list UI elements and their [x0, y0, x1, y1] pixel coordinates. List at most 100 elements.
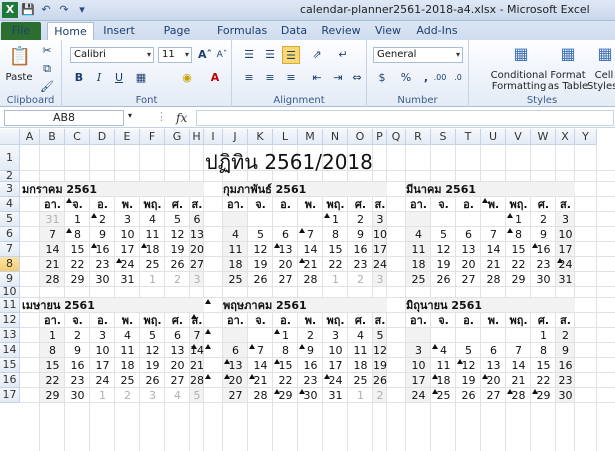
day-cell[interactable]: 12 [248, 242, 273, 257]
day-cell[interactable]: 16 [298, 358, 323, 373]
day-cell[interactable]: 28 [40, 272, 65, 287]
day-cell[interactable]: 15 [323, 242, 348, 257]
day-cell[interactable]: 18 [223, 257, 248, 272]
row-header-15[interactable]: 15 [0, 358, 20, 373]
align-center-icon[interactable]: ≡ [261, 69, 279, 87]
day-cell[interactable]: 3 [556, 212, 575, 227]
italic-icon[interactable]: I [90, 69, 108, 87]
customize-qat-icon[interactable]: ▾ [74, 2, 90, 18]
day-cell[interactable]: 3 [373, 212, 387, 227]
day-cell[interactable]: 29 [506, 272, 531, 287]
cut-icon[interactable]: ✂ [38, 42, 56, 60]
day-cell[interactable]: 20 [273, 257, 298, 272]
column-header-x[interactable]: X [556, 129, 575, 145]
column-header-h[interactable]: H [190, 129, 204, 145]
day-cell[interactable]: 9 [556, 343, 575, 358]
font-color-icon[interactable]: A [206, 69, 224, 87]
day-cell[interactable]: 8 [40, 343, 65, 358]
percent-style-button[interactable]: % [397, 69, 415, 87]
accounting-format-icon[interactable]: $ [373, 69, 391, 87]
day-cell[interactable]: 21 [506, 373, 531, 388]
day-cell[interactable]: 11 [406, 242, 431, 257]
paste-icon[interactable]: 📋 [8, 44, 32, 70]
day-cell[interactable]: 2 [348, 212, 373, 227]
day-cell[interactable]: 14 [481, 242, 506, 257]
day-cell[interactable]: 30 [556, 388, 575, 403]
day-cell[interactable]: 23 [90, 257, 115, 272]
row-header-4[interactable]: 4 [0, 197, 20, 212]
day-cell[interactable]: 5 [431, 227, 456, 242]
day-cell[interactable]: 21 [40, 257, 65, 272]
grow-font-icon[interactable]: Aˆ [196, 46, 214, 64]
day-cell[interactable]: 14 [248, 358, 273, 373]
column-header-y[interactable]: Y [575, 129, 597, 145]
day-cell[interactable]: 3 [323, 328, 348, 343]
column-header-e[interactable]: E [115, 129, 140, 145]
day-cell[interactable]: 22 [506, 257, 531, 272]
day-cell[interactable]: 23 [556, 373, 575, 388]
day-cell[interactable]: 5 [165, 212, 190, 227]
tab-insert[interactable]: Insert [100, 22, 138, 40]
column-header-u[interactable]: U [481, 129, 506, 145]
redo-icon[interactable]: ↷ [56, 2, 72, 18]
day-cell[interactable]: 16 [65, 358, 90, 373]
day-cell[interactable]: 7 [481, 227, 506, 242]
day-cell[interactable]: 10 [406, 358, 431, 373]
row-header-2[interactable]: 2 [0, 170, 20, 182]
formula-input[interactable] [196, 110, 614, 126]
orientation-icon[interactable]: ⇗ [308, 46, 326, 64]
column-header-d[interactable]: D [90, 129, 115, 145]
day-cell[interactable]: 23 [531, 257, 556, 272]
day-cell[interactable]: 20 [190, 242, 204, 257]
tab-file[interactable]: File [1, 22, 41, 40]
day-cell[interactable]: 1 [65, 212, 90, 227]
row-header-5[interactable]: 5 [0, 212, 20, 227]
save-icon[interactable]: 💾 [20, 2, 36, 18]
borders-icon[interactable]: ▦ [132, 69, 150, 87]
name-box-dropdown-icon[interactable]: ▾ [128, 111, 132, 120]
day-cell[interactable]: 26 [248, 272, 273, 287]
day-cell[interactable]: 13 [456, 242, 481, 257]
row-header-10[interactable]: 10 [0, 286, 20, 298]
day-cell[interactable]: 7 [506, 343, 531, 358]
day-cell[interactable]: 2 [298, 328, 323, 343]
format-as-table-label-1[interactable]: Format [545, 70, 591, 81]
day-cell[interactable]: 3 [190, 272, 204, 287]
day-cell[interactable]: 25 [115, 373, 140, 388]
column-header-q[interactable]: Q [387, 129, 406, 145]
day-cell[interactable]: 19 [373, 358, 387, 373]
day-cell[interactable]: 23 [298, 373, 323, 388]
day-cell[interactable]: 11 [348, 343, 373, 358]
row-header-1[interactable]: 1 [0, 145, 20, 171]
day-cell[interactable]: 31 [115, 272, 140, 287]
day-cell[interactable]: 11 [115, 343, 140, 358]
day-cell[interactable]: 7 [40, 227, 65, 242]
day-cell[interactable]: 2 [348, 272, 373, 287]
day-cell[interactable]: 4 [406, 227, 431, 242]
number-format-combo[interactable]: General ▾ [373, 47, 463, 63]
tab-data[interactable]: Data [278, 22, 310, 40]
day-cell[interactable]: 18 [115, 358, 140, 373]
day-cell[interactable]: 22 [65, 257, 90, 272]
day-cell[interactable]: 6 [456, 227, 481, 242]
align-top-icon[interactable]: ☰ [240, 46, 258, 64]
day-cell[interactable]: 7 [190, 328, 204, 343]
day-cell[interactable]: 27 [165, 373, 190, 388]
day-cell[interactable]: 6 [481, 343, 506, 358]
increase-decimal-icon[interactable]: .00 [431, 69, 449, 87]
day-cell[interactable]: 6 [273, 227, 298, 242]
wrap-text-icon[interactable]: ↵ [334, 46, 352, 64]
increase-indent-icon[interactable]: ⇥ [329, 69, 347, 87]
day-cell[interactable]: 19 [248, 257, 273, 272]
day-cell[interactable]: 8 [531, 343, 556, 358]
day-cell[interactable]: 3 [90, 328, 115, 343]
column-header-n[interactable]: N [323, 129, 348, 145]
day-cell[interactable]: 30 [90, 272, 115, 287]
day-cell[interactable]: 4 [223, 227, 248, 242]
day-cell[interactable]: 25 [406, 272, 431, 287]
day-cell[interactable]: 16 [556, 358, 575, 373]
tab-formulas[interactable]: Formulas [217, 22, 267, 40]
day-cell[interactable]: 3 [406, 343, 431, 358]
day-cell[interactable]: 16 [348, 242, 373, 257]
day-cell[interactable]: 12 [373, 343, 387, 358]
